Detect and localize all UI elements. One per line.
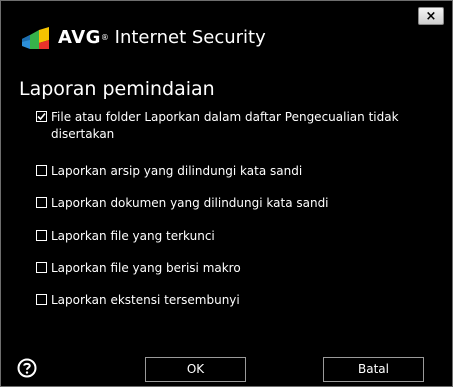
option-label: Laporkan file yang berisi makro bbox=[51, 261, 241, 275]
option-locked-files[interactable]: Laporkan file yang terkunci bbox=[36, 228, 431, 245]
help-icon[interactable] bbox=[17, 358, 37, 378]
close-button[interactable]: × bbox=[418, 7, 444, 25]
title-bar: AVG® Internet Security × bbox=[2, 2, 451, 66]
checkbox[interactable] bbox=[36, 197, 47, 208]
registered-mark: ® bbox=[100, 33, 109, 42]
option-password-archives[interactable]: Laporkan arsip yang dilindungi kata sand… bbox=[36, 163, 431, 180]
app-title: AVG® Internet Security bbox=[58, 27, 266, 49]
ok-button[interactable]: OK bbox=[145, 357, 246, 382]
settings-dialog: AVG® Internet Security × Laporan peminda… bbox=[0, 0, 453, 387]
section-heading: Laporan pemindaian bbox=[19, 78, 215, 100]
product-name: Internet Security bbox=[114, 27, 266, 48]
checkbox[interactable] bbox=[36, 262, 47, 273]
option-label: Laporkan file yang terkunci bbox=[51, 229, 215, 243]
option-report-excluded[interactable]: File atau folder Laporkan dalam daftar P… bbox=[36, 109, 431, 143]
brand-name: AVG bbox=[58, 27, 101, 48]
checkbox[interactable] bbox=[36, 165, 47, 176]
checkbox[interactable] bbox=[36, 111, 47, 122]
option-macro-files[interactable]: Laporkan file yang berisi makro bbox=[36, 260, 431, 277]
checkbox[interactable] bbox=[36, 230, 47, 241]
cancel-button[interactable]: Batal bbox=[323, 357, 424, 382]
option-label: Laporkan dokumen yang dilindungi kata sa… bbox=[51, 196, 329, 210]
checkmark-icon bbox=[37, 112, 46, 121]
option-label: Laporkan arsip yang dilindungi kata sand… bbox=[51, 164, 303, 178]
option-label: File atau folder Laporkan dalam daftar P… bbox=[51, 110, 399, 141]
option-password-documents[interactable]: Laporkan dokumen yang dilindungi kata sa… bbox=[36, 195, 431, 212]
option-hidden-extensions[interactable]: Laporkan ekstensi tersembunyi bbox=[36, 292, 431, 309]
checkbox[interactable] bbox=[36, 294, 47, 305]
option-label: Laporkan ekstensi tersembunyi bbox=[51, 293, 240, 307]
avg-logo-icon bbox=[22, 27, 49, 49]
